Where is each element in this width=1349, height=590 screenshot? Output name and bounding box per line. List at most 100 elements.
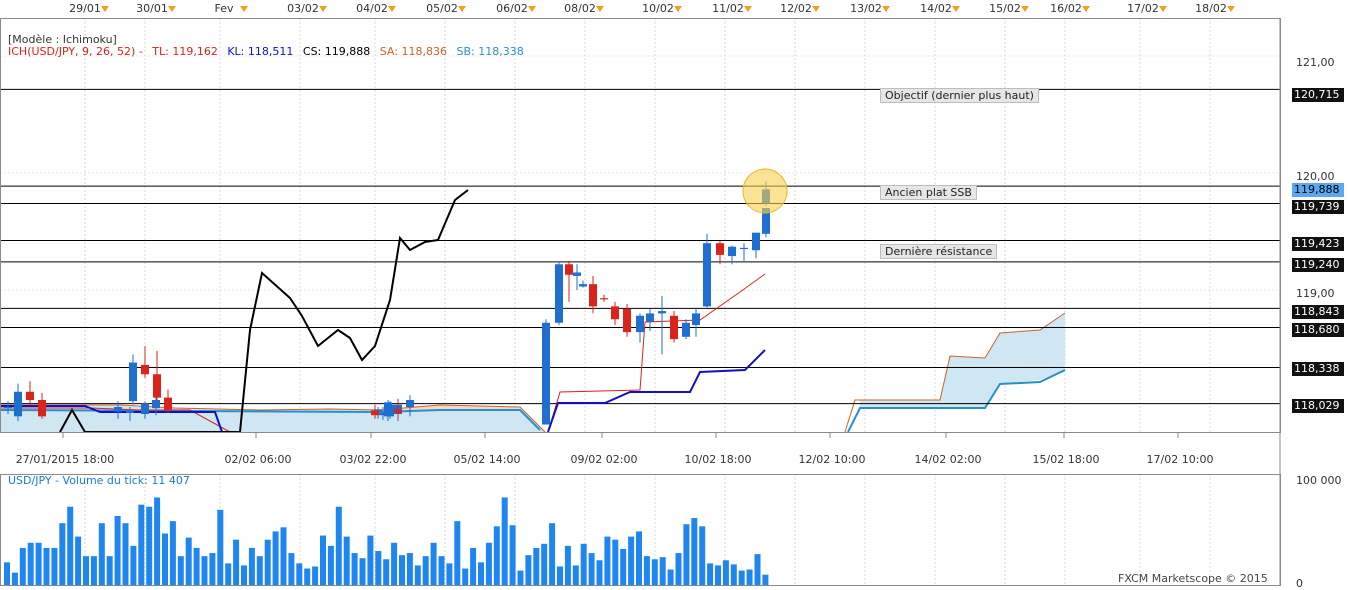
candle-body xyxy=(565,264,573,275)
candle-body xyxy=(126,410,134,413)
volume-bar xyxy=(288,553,295,585)
top-date-label: 17/02 xyxy=(1127,2,1159,15)
volume-bar xyxy=(359,558,366,585)
volume-bar xyxy=(193,547,200,585)
date-marker-icon xyxy=(1227,6,1235,12)
candle-body xyxy=(682,322,690,337)
candle-body xyxy=(579,284,587,287)
candle-body xyxy=(379,412,387,416)
top-date-label: 05/02 xyxy=(426,2,458,15)
candle-body xyxy=(636,315,644,333)
date-marker-icon xyxy=(952,6,960,12)
chikou-value: CS: 119,888 xyxy=(302,45,371,58)
date-marker-icon xyxy=(458,6,466,12)
candle-body xyxy=(129,362,137,402)
volume-bar xyxy=(699,526,706,585)
bottom-date-label: 15/02 18:00 xyxy=(1033,453,1100,466)
volume-bar xyxy=(248,547,255,585)
date-marker-icon xyxy=(596,6,604,12)
volume-bar xyxy=(59,523,66,585)
volume-bar xyxy=(572,565,579,585)
candle-body xyxy=(623,308,631,333)
top-time-axis[interactable]: 29/01 30/01 Fev 03/02 04/02 05/02 06/02 08/02 10… xyxy=(69,2,1235,15)
volume-bar xyxy=(264,539,271,585)
price-tick: 119,00 xyxy=(1296,287,1335,300)
candle-body xyxy=(164,397,172,411)
top-date-label: 18/02 xyxy=(1195,2,1227,15)
chikou-line xyxy=(59,189,469,433)
volume-bar xyxy=(320,535,326,585)
top-date-label: 15/02 xyxy=(989,2,1021,15)
volume-bar xyxy=(351,553,358,585)
candle-body xyxy=(670,315,678,340)
price-tag: 118,843 xyxy=(1292,305,1344,319)
volume-bar xyxy=(754,554,761,585)
volume-bar xyxy=(154,497,161,585)
date-marker-icon xyxy=(168,6,176,12)
volume-bar xyxy=(478,562,484,585)
volume-bar xyxy=(272,531,279,585)
candle-body xyxy=(589,284,597,307)
volume-bar xyxy=(501,497,508,585)
candle-body xyxy=(141,364,149,375)
top-date-label: 03/02 xyxy=(287,2,319,15)
volume-bar xyxy=(454,521,461,585)
volume-bar xyxy=(312,566,319,585)
chart-frame xyxy=(0,18,1281,586)
volume-bar xyxy=(683,524,690,585)
date-marker-icon xyxy=(319,6,327,12)
tenkan-value: TL: 119,162 xyxy=(152,45,218,58)
volume-bar xyxy=(438,556,445,585)
volume-bar xyxy=(162,533,168,585)
date-marker-icon xyxy=(1082,6,1090,12)
candle-body xyxy=(752,232,760,251)
chart-canvas: 29/01 30/01 Fev 03/02 04/02 05/02 06/02 08/02 10… xyxy=(0,2,1281,586)
volume-bar xyxy=(209,553,216,585)
candle-body xyxy=(573,272,581,276)
bottom-date-label: 05/02 14:00 xyxy=(454,453,521,466)
volume-bar xyxy=(588,553,595,585)
volume-bar xyxy=(580,543,587,585)
volume-bar xyxy=(414,565,421,585)
volume-bar xyxy=(43,547,50,585)
volume-bar xyxy=(225,563,232,585)
price-tag: 118,680 xyxy=(1292,323,1344,337)
candle-body xyxy=(371,410,379,416)
annotation-ancien-plat-ssb[interactable]: Ancien plat SSB xyxy=(880,185,977,200)
top-date-label: 30/01 xyxy=(136,2,168,15)
candle-body xyxy=(728,246,736,257)
volume-bar xyxy=(406,553,413,585)
annotation-objectif[interactable]: Objectif (dernier plus haut) xyxy=(880,88,1039,103)
volume-bar xyxy=(730,564,737,585)
volume-bar xyxy=(399,555,405,585)
candle-body xyxy=(386,404,394,417)
date-marker-icon xyxy=(882,6,890,12)
price-tag: 119,739 xyxy=(1292,200,1344,214)
price-tag: 118,338 xyxy=(1292,362,1344,376)
price-tag: 120,715 xyxy=(1292,88,1344,102)
volume-bar xyxy=(83,556,89,585)
volume-bar xyxy=(525,555,532,585)
candle-body xyxy=(611,306,619,320)
volume-bar xyxy=(636,531,642,585)
volume-bar xyxy=(327,545,334,585)
indicator-name: ICH(USD/JPY, 9, 26, 52) - xyxy=(8,45,143,58)
volume-bar xyxy=(596,560,603,585)
bottom-date-label: 27/01/2015 18:00 xyxy=(16,453,115,466)
bottom-date-label: 09/02 02:00 xyxy=(571,453,638,466)
volume-bar xyxy=(391,542,398,585)
candle-body xyxy=(555,264,563,323)
volume-header: USD/JPY - Volume du tick: 11 407 xyxy=(8,474,190,487)
annotation-derniere-resistance[interactable]: Dernière résistance xyxy=(880,244,998,259)
date-marker-icon xyxy=(1159,6,1167,12)
volume-bar xyxy=(604,536,611,585)
volume-bar xyxy=(446,563,453,585)
volume-bar xyxy=(185,537,192,585)
candle-body xyxy=(38,399,46,417)
volume-bar xyxy=(383,559,390,585)
candle-body xyxy=(406,399,414,407)
volume-bar xyxy=(667,569,674,585)
volume-bar xyxy=(130,545,137,585)
candle-body xyxy=(692,313,700,326)
volume-bar xyxy=(430,542,437,585)
